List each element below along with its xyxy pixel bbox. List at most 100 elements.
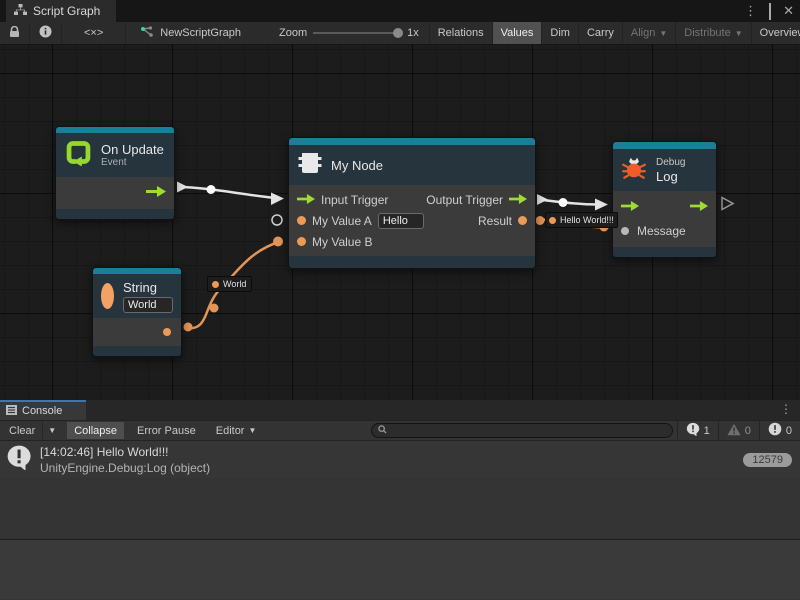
distribute-menu-button[interactable]: Distribute▼ — [676, 22, 751, 44]
bug-icon — [621, 155, 647, 186]
zoom-value: 1x — [407, 27, 419, 39]
code-view-button[interactable]: <×> — [62, 22, 126, 44]
error-pause-toggle[interactable]: Error Pause — [130, 422, 203, 439]
node-category: Debug — [656, 157, 685, 169]
editor-dropdown-button[interactable]: Editor▼ — [209, 422, 264, 439]
info-log-icon — [6, 444, 32, 475]
node-debug-log[interactable]: Debug Log Message — [612, 141, 717, 258]
wire-mynode-to-debug — [539, 200, 599, 205]
wire-dot — [536, 216, 545, 225]
tab-script-graph[interactable]: Script Graph — [6, 0, 116, 22]
value-dot-icon — [549, 217, 556, 224]
info-count-toggle[interactable]: 1 — [677, 421, 718, 440]
port-label: Input Trigger — [321, 193, 388, 207]
error-icon — [768, 422, 782, 439]
log-stacktrace: UnityEngine.Debug:Log (object) — [40, 460, 735, 476]
node-title: Log — [656, 169, 685, 184]
console-search[interactable] — [371, 423, 673, 438]
clear-dropdown-button[interactable]: ▼ — [42, 422, 61, 439]
port-label: Message — [637, 224, 686, 238]
wire-dot — [210, 304, 219, 313]
flow-output-port[interactable] — [509, 193, 527, 207]
wire-start-arrow-icon — [177, 182, 188, 193]
caret-down-icon: ▼ — [248, 426, 256, 435]
maximize-icon[interactable] — [769, 4, 771, 19]
value-input-port[interactable] — [297, 237, 306, 246]
unconnected-port-circle-icon — [272, 215, 282, 225]
zoom-slider[interactable] — [313, 32, 401, 34]
window-menu-icon[interactable]: ⋮ — [744, 3, 757, 19]
search-input[interactable] — [391, 425, 666, 436]
lock-icon — [9, 26, 20, 41]
warning-count-toggle[interactable]: 0 — [718, 421, 759, 440]
tab-title: Script Graph — [33, 4, 100, 18]
search-icon — [378, 425, 387, 437]
node-body — [56, 177, 174, 209]
graph-canvas[interactable]: On Update Event My Node Input Trigger — [0, 45, 800, 400]
window-controls: ⋮ ✕ — [744, 0, 794, 22]
graph-name-group: NewScriptGraph — [126, 22, 255, 44]
console-toolbar: Clear ▼ Collapse Error Pause Editor▼ 1 0 — [0, 420, 800, 441]
flow-input-port[interactable] — [297, 193, 315, 207]
string-value-input[interactable] — [123, 297, 173, 313]
flow-output-port[interactable] — [690, 200, 708, 214]
wire-value-label-world: World — [207, 276, 252, 292]
node-header: String — [93, 274, 181, 318]
value-input-port[interactable] — [297, 216, 306, 225]
node-on-update[interactable]: On Update Event — [55, 126, 175, 220]
value-input-port[interactable] — [621, 227, 629, 235]
toggle-dim[interactable]: Dim — [542, 22, 579, 44]
info-log-icon — [686, 422, 700, 439]
collapse-toggle[interactable]: Collapse — [67, 422, 124, 439]
error-count-toggle[interactable]: 0 — [759, 421, 800, 440]
toggle-relations[interactable]: Relations — [429, 22, 493, 44]
tab-console[interactable]: Console — [0, 400, 86, 420]
string-literal-icon — [101, 283, 114, 309]
flow-input-port[interactable] — [621, 200, 639, 214]
zoom-control: Zoom 1x — [255, 22, 429, 44]
flow-output-port[interactable] — [146, 186, 166, 200]
wire-dot — [559, 198, 568, 207]
continuation-arrow-icon — [722, 198, 733, 210]
close-icon[interactable]: ✕ — [783, 3, 794, 19]
window-tab-bar: Script Graph ⋮ ✕ — [0, 0, 800, 22]
node-body: Message — [613, 191, 716, 247]
node-subtitle: Event — [101, 157, 164, 169]
wire-dot — [184, 323, 193, 332]
value-output-port[interactable] — [518, 216, 527, 225]
zoom-label: Zoom — [279, 27, 307, 39]
value-dot-icon — [212, 281, 219, 288]
node-header: On Update Event — [56, 133, 174, 177]
caret-down-icon: ▼ — [735, 29, 743, 38]
wire-start-arrow-icon — [537, 194, 548, 205]
zoom-slider-handle[interactable] — [393, 28, 403, 38]
node-accent-bar — [289, 138, 535, 145]
console-log-list: [14:02:46] Hello World!!! UnityEngine.De… — [0, 441, 800, 539]
wire-value-label-hello-world: Hello World!!! — [545, 212, 618, 228]
code-icon: <×> — [84, 27, 103, 39]
graph-name: NewScriptGraph — [160, 27, 241, 39]
node-string[interactable]: String — [92, 267, 182, 357]
script-graph-icon — [140, 26, 154, 41]
toggle-values[interactable]: Values — [493, 22, 543, 44]
node-title: String — [123, 280, 173, 295]
info-icon — [39, 25, 52, 41]
node-my-node[interactable]: My Node Input Trigger Output Trigger My … — [288, 137, 536, 269]
value-output-port[interactable] — [163, 328, 171, 336]
console-menu-icon[interactable]: ⋮ — [780, 402, 792, 416]
lock-button[interactable] — [0, 22, 30, 44]
port-label: Output Trigger — [426, 193, 503, 207]
node-title: My Node — [331, 158, 383, 173]
align-menu-button[interactable]: Align▼ — [623, 22, 676, 44]
value-a-input[interactable] — [378, 213, 424, 229]
toggle-carry[interactable]: Carry — [579, 22, 623, 44]
unit-chip-icon — [298, 150, 322, 181]
graph-toolbar: <×> NewScriptGraph Zoom 1x Relations Val… — [0, 22, 800, 45]
overview-button[interactable]: Overview — [752, 22, 800, 44]
clear-button[interactable]: Clear — [2, 422, 42, 439]
wire-dot — [207, 185, 216, 194]
info-button[interactable] — [30, 22, 62, 44]
caret-down-icon: ▼ — [659, 29, 667, 38]
log-entry-row[interactable]: [14:02:46] Hello World!!! UnityEngine.De… — [0, 441, 800, 478]
node-body — [93, 318, 181, 346]
